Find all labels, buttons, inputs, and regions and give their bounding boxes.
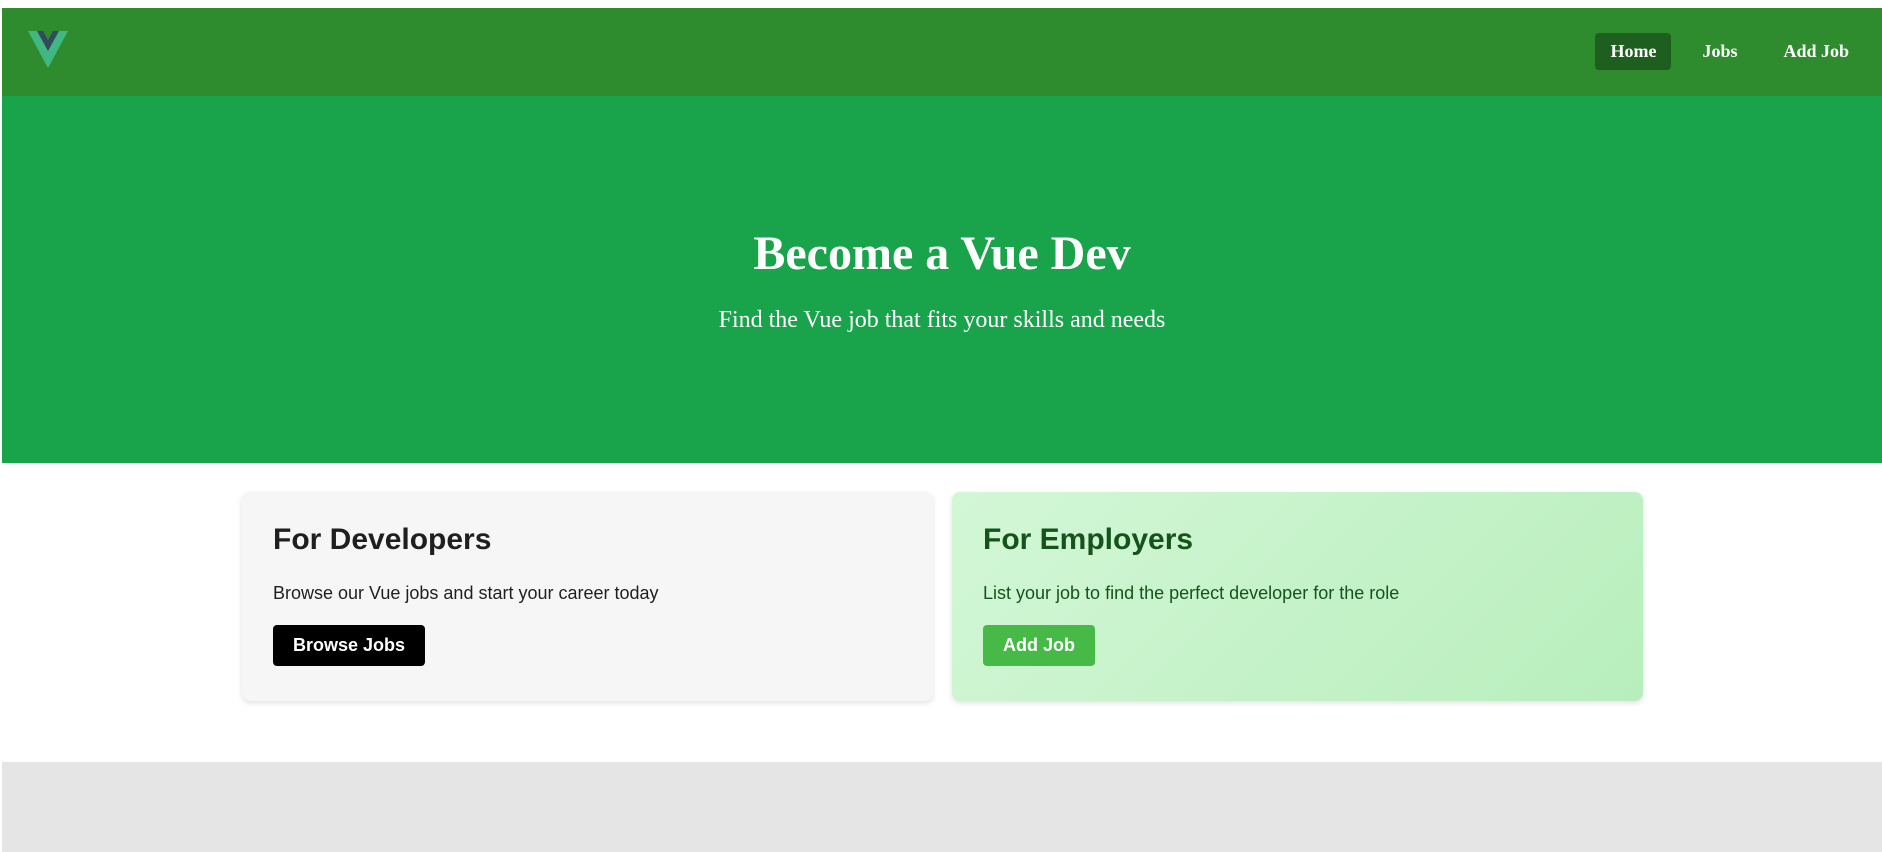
nav-link-add-job[interactable]: Add Job bbox=[1768, 33, 1864, 70]
developers-card-text: Browse our Vue jobs and start your caree… bbox=[273, 583, 659, 603]
navbar: Home Jobs Add Job bbox=[2, 8, 1882, 96]
developers-card: For Developers Browse our Vue jobs and s… bbox=[242, 492, 933, 701]
hero-subtitle: Find the Vue job that fits your skills a… bbox=[718, 307, 1166, 333]
nav-link-home[interactable]: Home bbox=[1595, 33, 1672, 70]
employers-card-text: List your job to find the perfect develo… bbox=[983, 583, 1400, 603]
hero-title: Become a Vue Dev bbox=[753, 227, 1131, 280]
nav-links: Home Jobs Add Job bbox=[1595, 33, 1864, 70]
employers-card: For Employers List your job to find the … bbox=[952, 492, 1643, 701]
browse-jobs-button[interactable]: Browse Jobs bbox=[273, 625, 426, 666]
developers-card-title: For Developers bbox=[273, 523, 492, 556]
add-job-button[interactable]: Add Job bbox=[983, 625, 1095, 666]
bottom-section bbox=[2, 762, 1882, 852]
employers-card-title: For Employers bbox=[983, 523, 1194, 556]
vue-logo-icon[interactable] bbox=[28, 30, 68, 70]
page: Home Jobs Add Job Become a Vue Dev Find … bbox=[2, 8, 1882, 852]
hero-section: Become a Vue Dev Find the Vue job that f… bbox=[2, 96, 1882, 463]
nav-link-jobs[interactable]: Jobs bbox=[1687, 33, 1752, 70]
